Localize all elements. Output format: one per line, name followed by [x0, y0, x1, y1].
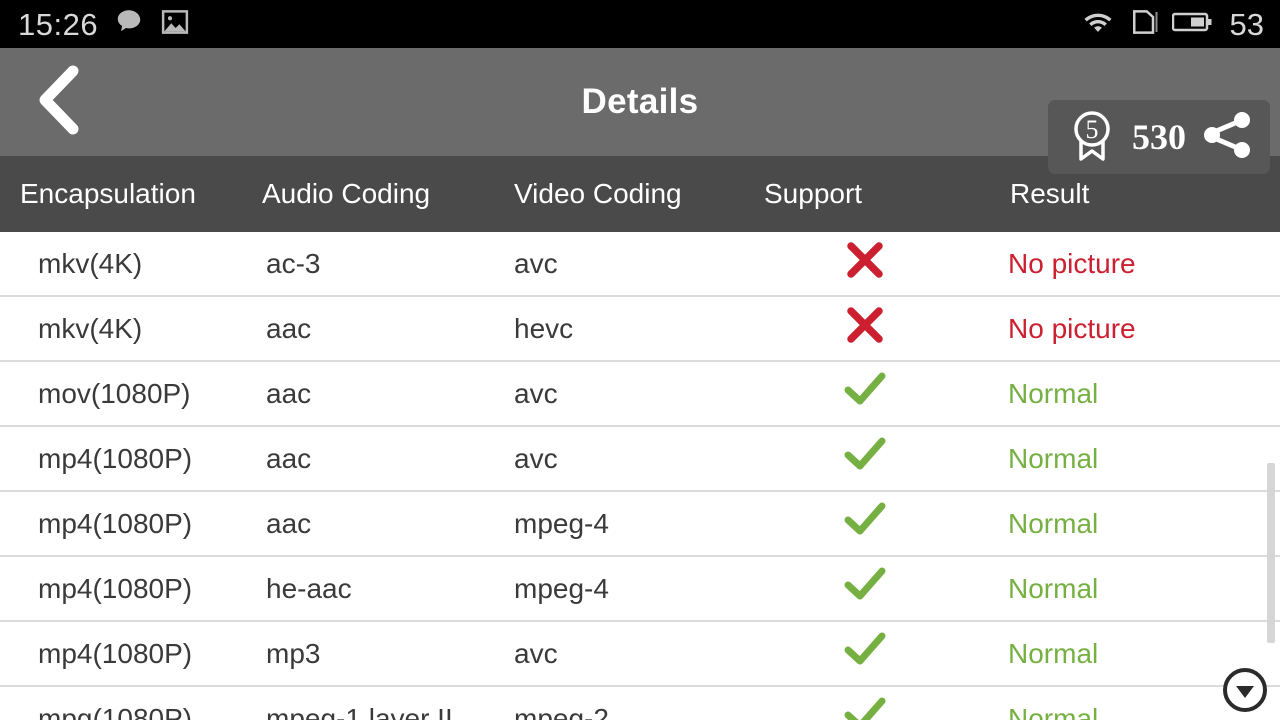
check-icon: [843, 371, 887, 416]
battery-icon: [1171, 10, 1214, 39]
badge-number-text: 5: [1086, 115, 1099, 144]
table-row[interactable]: mpg(1080P) mpeg-1 layer II mpeg-2 Normal: [0, 687, 1280, 720]
cell-result: Normal: [1008, 572, 1099, 604]
back-chevron-icon: [31, 63, 85, 142]
cell-video-coding: avc: [514, 247, 558, 279]
table-row[interactable]: mkv(4K) aac hevc No picture: [0, 297, 1280, 362]
column-header-result: Result: [1010, 178, 1090, 209]
share-icon[interactable]: [1200, 110, 1254, 165]
column-header-encapsulation: Encapsulation: [20, 178, 196, 209]
cell-audio-coding: mpeg-1 layer II: [266, 702, 453, 720]
cross-icon: [845, 306, 885, 351]
scroll-down-button[interactable]: [1223, 668, 1267, 712]
cell-encapsulation: mpg(1080P): [38, 702, 193, 720]
cell-video-coding: mpeg-2: [514, 702, 609, 720]
cell-result: No picture: [1008, 312, 1136, 344]
cell-support: [740, 566, 990, 611]
cell-video-coding: avc: [514, 442, 558, 474]
cell-audio-coding: ac-3: [266, 247, 321, 279]
column-header-video-coding: Video Coding: [514, 178, 682, 209]
award-badge-icon: 5: [1066, 107, 1118, 168]
codec-support-table[interactable]: mkv(4K) ac-3 avc No picture mkv(4K) aac hevc No…: [0, 232, 1280, 720]
check-icon: [843, 631, 887, 676]
cell-video-coding: avc: [514, 377, 558, 409]
status-clock: 15:26: [18, 6, 99, 42]
cell-support: [740, 696, 990, 720]
cell-result: Normal: [1008, 377, 1099, 409]
title-bar: Details 5 530: [0, 48, 1280, 174]
battery-percent-label: 53: [1229, 6, 1264, 42]
score-share-group[interactable]: 5 530: [1048, 100, 1270, 174]
cell-support: [740, 631, 990, 676]
cell-result: No picture: [1008, 247, 1136, 279]
cell-encapsulation: mkv(4K): [38, 312, 143, 344]
gallery-image-icon: [160, 7, 190, 42]
cell-result: Normal: [1008, 442, 1099, 474]
cell-video-coding: mpeg-4: [514, 572, 609, 604]
table-row[interactable]: mov(1080P) aac avc Normal: [0, 362, 1280, 427]
cell-result: Normal: [1008, 637, 1099, 669]
cell-encapsulation: mp4(1080P): [38, 507, 193, 539]
cross-icon: [845, 241, 885, 286]
cell-support: [740, 371, 990, 416]
status-bar-right: 53: [1082, 8, 1264, 41]
scroll-down-icon: [1223, 668, 1267, 716]
cell-audio-coding: aac: [266, 312, 312, 344]
scrollbar-thumb[interactable]: [1267, 463, 1275, 643]
check-icon: [843, 501, 887, 546]
cell-support: [740, 501, 990, 546]
sim-card-icon: [1128, 8, 1158, 41]
cell-audio-coding: aac: [266, 442, 312, 474]
status-bar: 15:26 53: [0, 0, 1280, 48]
message-bubble-icon: [114, 7, 144, 42]
cell-audio-coding: he-aac: [266, 572, 352, 604]
cell-audio-coding: aac: [266, 377, 312, 409]
cell-audio-coding: aac: [266, 507, 312, 539]
cell-video-coding: avc: [514, 637, 558, 669]
score-value: 530: [1132, 117, 1186, 157]
cell-encapsulation: mp4(1080P): [38, 572, 193, 604]
check-icon: [843, 566, 887, 611]
cell-support: [740, 306, 990, 351]
table-row[interactable]: mp4(1080P) aac mpeg-4 Normal: [0, 492, 1280, 557]
column-header-support: Support: [764, 178, 863, 209]
cell-video-coding: mpeg-4: [514, 507, 609, 539]
check-icon: [843, 696, 887, 720]
wifi-icon: [1082, 9, 1114, 40]
table-row[interactable]: mp4(1080P) mp3 avc Normal: [0, 622, 1280, 687]
cell-encapsulation: mp4(1080P): [38, 442, 193, 474]
check-icon: [843, 436, 887, 481]
cell-audio-coding: mp3: [266, 637, 321, 669]
cell-result: Normal: [1008, 507, 1099, 539]
cell-support: [740, 436, 990, 481]
cell-video-coding: hevc: [514, 312, 574, 344]
status-bar-left: 15:26: [18, 7, 190, 42]
cell-encapsulation: mkv(4K): [38, 247, 143, 279]
column-header-audio-coding: Audio Coding: [262, 178, 431, 209]
back-button[interactable]: [12, 48, 104, 156]
table-row[interactable]: mp4(1080P) he-aac mpeg-4 Normal: [0, 557, 1280, 622]
table-row[interactable]: mp4(1080P) aac avc Normal: [0, 427, 1280, 492]
cell-encapsulation: mov(1080P): [38, 377, 191, 409]
table-row[interactable]: mkv(4K) ac-3 avc No picture: [0, 232, 1280, 297]
cell-encapsulation: mp4(1080P): [38, 637, 193, 669]
cell-support: [740, 241, 990, 286]
